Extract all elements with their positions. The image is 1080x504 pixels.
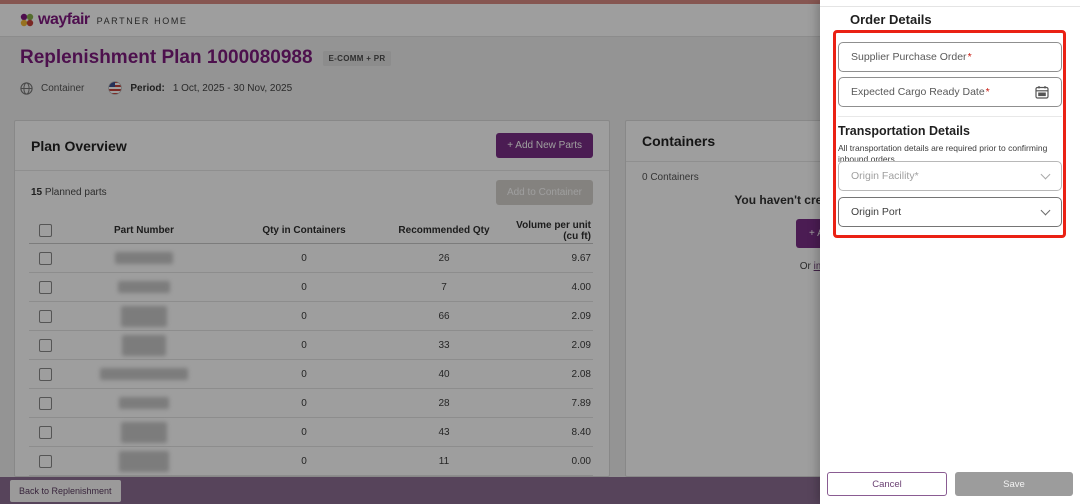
create-container-drawer: Order Details Supplier Purchase Order* E… [820,0,1080,504]
supplier-po-placeholder: Supplier Purchase Order [851,51,967,63]
origin-facility-placeholder: Origin Facility* [851,170,919,182]
chevron-down-icon [1041,169,1051,179]
cargo-date-placeholder: Expected Cargo Ready Date [851,86,985,98]
origin-port-placeholder: Origin Port [851,206,901,218]
save-button[interactable]: Save [955,472,1073,496]
origin-facility-select[interactable]: Origin Facility* [838,161,1062,191]
origin-port-select[interactable]: Origin Port [838,197,1062,227]
drawer-divider [820,6,1080,7]
transportation-details-title: Transportation Details [838,124,970,138]
supplier-purchase-order-input[interactable]: Supplier Purchase Order* [838,42,1062,72]
expected-cargo-ready-date-input[interactable]: Expected Cargo Ready Date* [838,77,1062,107]
order-details-title: Order Details [850,12,932,27]
calendar-icon[interactable] [1035,85,1049,99]
required-asterisk: * [968,51,972,63]
cancel-button[interactable]: Cancel [827,472,947,496]
section-divider [838,116,1062,117]
chevron-down-icon [1041,205,1051,215]
required-asterisk: * [986,86,990,98]
